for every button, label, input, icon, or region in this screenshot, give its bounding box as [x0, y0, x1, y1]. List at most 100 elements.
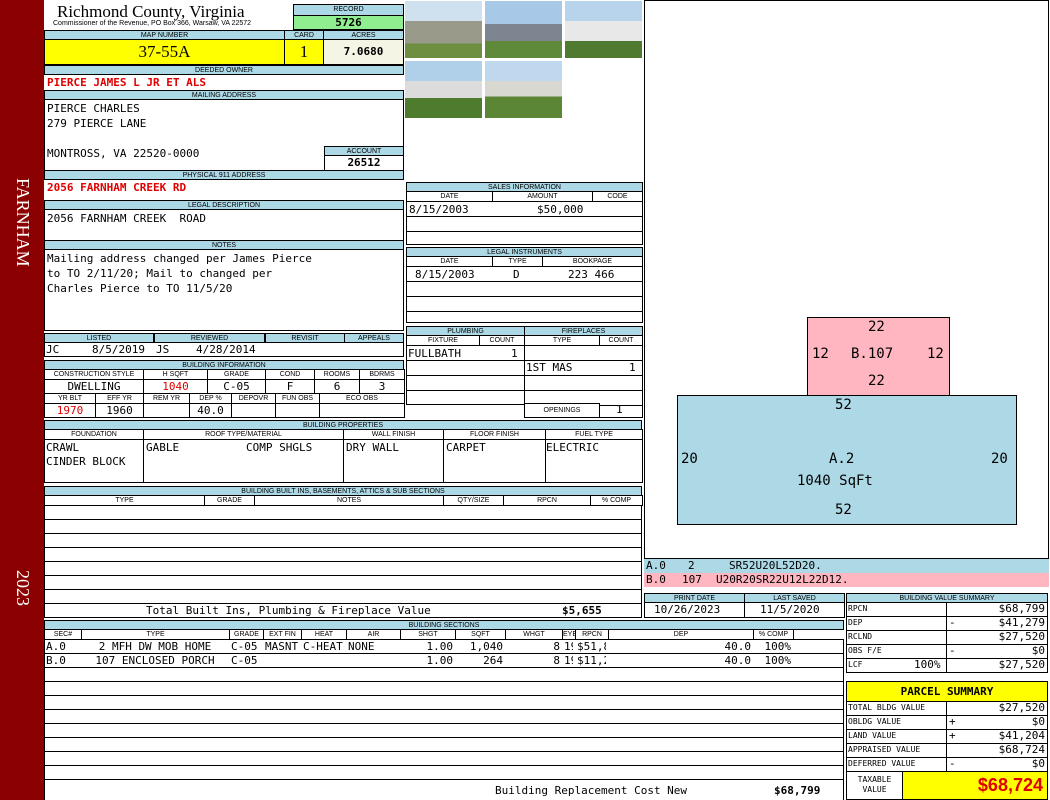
- plumbing-fixture: FULLBATH: [408, 347, 461, 360]
- summary-value: $68,724: [998, 743, 1045, 756]
- notes-line: Mailing address changed per James Pierce: [47, 252, 312, 265]
- section-cell: 40.0: [724, 640, 752, 653]
- owner-name: PIERCE JAMES L JR ET ALS: [47, 76, 206, 89]
- physical-label: PHYSICAL 911 ADDRESS: [44, 170, 404, 180]
- fuel-type: ELECTRIC: [546, 441, 599, 454]
- sidebar: FARNHAM 2023: [0, 0, 44, 800]
- section-cell: 40.0: [724, 654, 752, 667]
- sketch-label: B.107: [851, 346, 894, 362]
- property-photo[interactable]: [404, 60, 483, 119]
- legend-sec: B.0: [646, 573, 666, 586]
- property-photo[interactable]: [564, 0, 643, 59]
- building-info-value: 40.0: [189, 403, 232, 418]
- builtins-total-label: Total Built Ins, Plumbing & Fireplace Va…: [146, 604, 431, 617]
- section-cell: [348, 654, 398, 667]
- summary-value: $27,520: [998, 658, 1045, 671]
- openings-label: OPENINGS: [524, 403, 600, 418]
- property-photo[interactable]: [484, 60, 563, 119]
- legend-path: U20R20SR22U12L22D12.: [716, 573, 849, 586]
- building-info-value: 1040: [143, 379, 208, 394]
- reviewed-by: JS: [156, 343, 170, 356]
- mailing-line1: PIERCE CHARLES: [47, 102, 140, 115]
- section-cell: $51,874: [577, 640, 606, 653]
- building-info-value: 3: [359, 379, 405, 394]
- summary-value: $0: [1031, 757, 1045, 770]
- sketch-dim: 12: [812, 346, 829, 362]
- summary-label: RPCN: [848, 604, 868, 613]
- building-info-value: DWELLING: [44, 379, 144, 394]
- sections-footer: [45, 783, 843, 800]
- section-cell: 1960: [564, 654, 573, 667]
- summary-percent: 100%: [914, 658, 941, 671]
- section-cell: C-05: [231, 654, 258, 667]
- building-info-value: [231, 403, 276, 418]
- parcel-summary-title: PARCEL SUMMARY: [846, 681, 1048, 702]
- openings-value: 1: [616, 403, 623, 416]
- instrument-bookpage: 223 466: [568, 268, 615, 281]
- replacement-cost-value: $68,799: [774, 784, 821, 797]
- builtins-row: [44, 505, 642, 604]
- fireplace-count: 1: [629, 361, 636, 374]
- builtins-total-value: $5,655: [562, 604, 602, 617]
- county-subtitle: Commissioner of the Revenue, PO Box 366,…: [53, 20, 252, 27]
- summary-label: LCF: [848, 660, 863, 669]
- summary-value: $27,520: [998, 701, 1045, 714]
- sketch-dim: 20: [681, 451, 698, 467]
- summary-label: OBS F/E: [848, 646, 882, 655]
- summary-label: DEFERRED VALUE: [848, 759, 916, 768]
- mailing-line2: 279 PIERCE LANE: [47, 117, 147, 130]
- section-cell: A.0: [46, 640, 66, 653]
- section-cell: 1.00: [426, 654, 454, 667]
- building-info-value: [319, 403, 405, 418]
- county-title: Richmond County, Virginia: [57, 2, 245, 21]
- building-info-value: 6: [314, 379, 360, 394]
- building-info-value: [143, 403, 190, 418]
- sketch-dim: 20: [991, 451, 1008, 467]
- section-cell: NONE: [348, 640, 375, 653]
- listed-by: JC: [46, 343, 60, 356]
- notes-line: to TO 2/11/20; Mail to changed per: [47, 267, 273, 280]
- section-cell: [265, 654, 299, 667]
- sale-amount: $50,000: [537, 203, 584, 216]
- section-cell: 107 ENCLOSED PORCH: [95, 654, 215, 667]
- property-photo[interactable]: [404, 0, 483, 59]
- summary-value: $0: [1031, 715, 1045, 728]
- sketch-dim: 22: [868, 319, 885, 335]
- record-number: 5726: [293, 15, 404, 30]
- sketch-dim: 52: [835, 502, 852, 518]
- summary-value: $0: [1031, 644, 1045, 657]
- section-cell: [303, 654, 344, 667]
- summary-value: $68,799: [998, 602, 1045, 615]
- summary-label: RCLND: [848, 632, 873, 641]
- owner-label: DEEDED OWNER: [44, 65, 404, 75]
- section-cell: 1960: [564, 640, 573, 653]
- section-cell: 8: [553, 640, 560, 653]
- last-saved: 11/5/2020: [760, 603, 820, 616]
- roof-material: COMP SHGLS: [246, 441, 313, 454]
- property-photo[interactable]: [484, 0, 563, 59]
- section-cell: B.0: [46, 654, 66, 667]
- section-cell: 2 MFH DW MOB HOME: [98, 640, 212, 653]
- section-cell: $11,270: [577, 654, 606, 667]
- foundation-value: CRAWL: [46, 441, 80, 454]
- summary-label: LAND VALUE: [848, 731, 897, 740]
- section-cell: 8: [553, 654, 560, 667]
- foundation-value: CINDER BLOCK: [46, 455, 126, 468]
- building-info-value: [275, 403, 320, 418]
- reviewed-date: 4/28/2014: [196, 343, 256, 356]
- summary-label: OBLDG VALUE: [848, 717, 901, 726]
- section-cell: 1.00: [426, 640, 454, 653]
- plumbing-count: 1: [511, 347, 518, 360]
- building-info-value: F: [265, 379, 315, 394]
- sketch-dim: 12: [927, 346, 944, 362]
- mailing-line3: MONTROSS, VA 22520-0000: [47, 147, 200, 160]
- legal-description: 2056 FARNHAM CREEK ROAD: [47, 212, 206, 225]
- acres-value: 7.0680: [323, 39, 404, 65]
- legend-code: 2: [688, 559, 695, 572]
- section-cell: 100%: [764, 640, 792, 653]
- section-cell: C-05: [231, 640, 258, 653]
- map-number: 37-55A: [44, 39, 285, 65]
- summary-value: $41,279: [998, 616, 1045, 629]
- print-date: 10/26/2023: [654, 603, 721, 616]
- summary-value: $27,520: [998, 630, 1045, 643]
